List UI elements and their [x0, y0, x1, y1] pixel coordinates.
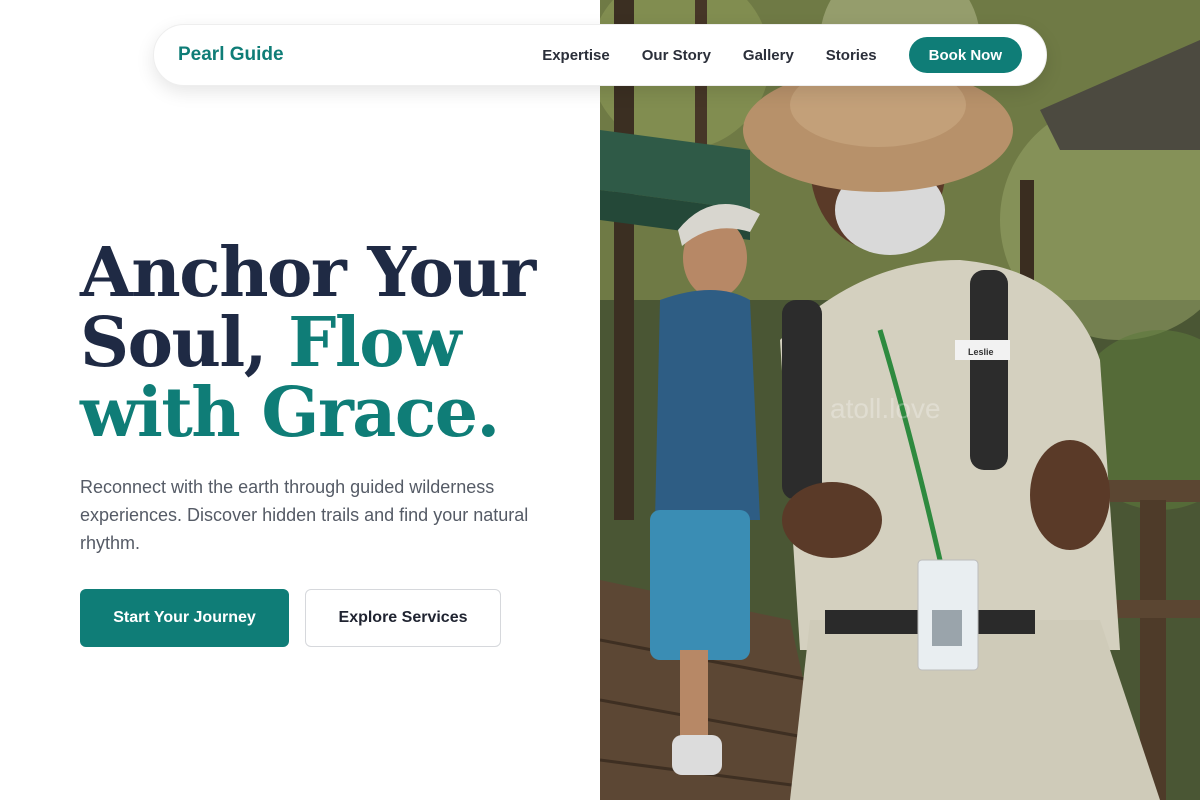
hero-photo-illustration: Leslie atoll.love — [600, 0, 1200, 800]
name-tag-text: Leslie — [968, 347, 994, 357]
hero-title-line-1: Anchor Your — [80, 233, 536, 313]
nav-link-expertise[interactable]: Expertise — [542, 47, 610, 64]
nav-links: Expertise Our Story Gallery Stories Book… — [542, 37, 1022, 73]
hero-title: Anchor Your Soul, Flow with Grace. — [80, 238, 580, 448]
nav-link-our-story[interactable]: Our Story — [642, 47, 711, 64]
start-journey-button[interactable]: Start Your Journey — [80, 589, 289, 647]
nav-link-gallery[interactable]: Gallery — [743, 47, 794, 64]
hero-photo: Leslie atoll.love — [600, 0, 1200, 800]
hero-title-line-2-dark: Soul, — [80, 303, 289, 383]
hero-title-line-3-accent: with Grace. — [80, 373, 500, 453]
nav-link-stories[interactable]: Stories — [826, 47, 877, 64]
hero-title-line-2-accent: Flow — [288, 303, 462, 383]
explore-services-button[interactable]: Explore Services — [305, 589, 501, 647]
photo-watermark: atoll.love — [830, 393, 941, 424]
book-now-button[interactable]: Book Now — [908, 37, 1022, 73]
hero-subtitle: Reconnect with the earth through guided … — [80, 477, 529, 553]
top-navbar: Pearl Guide Expertise Our Story Gallery … — [153, 24, 1047, 86]
brand-logo[interactable]: Pearl Guide — [178, 44, 284, 66]
